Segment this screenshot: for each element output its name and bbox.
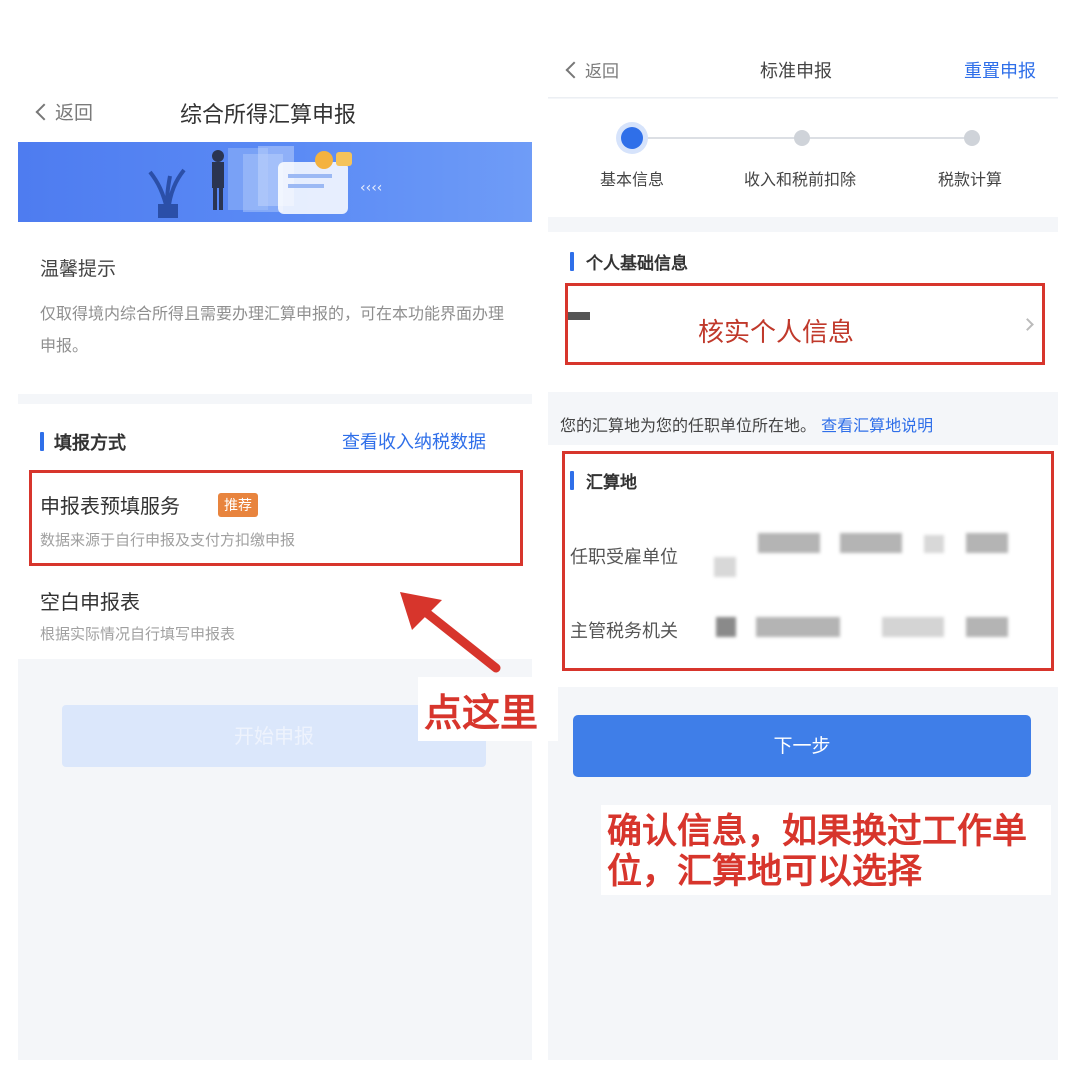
back-button[interactable]: 返回 xyxy=(35,98,94,125)
confirm-info-annotation: 确认信息，如果换过工作单位，汇算地可以选择 xyxy=(607,812,1028,892)
click-here-annotation: 点这里 xyxy=(424,691,539,735)
reset-declaration-link[interactable]: 重置申报 xyxy=(964,57,1036,83)
step-dot xyxy=(964,130,980,146)
personal-section-title: 个人基础信息 xyxy=(586,254,688,274)
note-text: 您的汇算地为您的任职单位所在地。 xyxy=(560,416,817,435)
tips-title: 温馨提示 xyxy=(40,258,117,280)
next-step-button[interactable]: 下一步 xyxy=(573,715,1031,777)
chevron-left-icon xyxy=(35,103,53,120)
highlight-personal-info-box xyxy=(565,283,1045,365)
right-nav-bar: 返回 标准申报 重置申报 xyxy=(548,40,1058,98)
view-income-tax-link[interactable]: 查看收入纳税数据 xyxy=(342,428,486,454)
step-label-tax: 税款计算 xyxy=(938,170,1003,189)
svg-text:‹‹‹‹: ‹‹‹‹ xyxy=(360,180,382,196)
step-dot-active xyxy=(621,127,643,149)
tips-body: 仅取得境内综合所得且需要办理汇算申报的，可在本功能界面办理申报。 xyxy=(40,304,505,355)
back-label: 返回 xyxy=(55,102,94,124)
banner-art: ‹‹‹‹ xyxy=(148,146,382,218)
section-marker xyxy=(570,252,574,271)
step-label-income: 收入和税前扣除 xyxy=(744,170,857,189)
section-marker xyxy=(40,432,44,451)
blank-form-option[interactable]: 空白申报表 xyxy=(40,586,140,615)
step-connector xyxy=(810,137,970,139)
blank-form-subtitle: 根据实际情况自行填写申报表 xyxy=(40,625,236,643)
calc-location-note: 您的汇算地为您的任职单位所在地。 查看汇算地说明 xyxy=(560,412,933,436)
banner-illustration: ‹‹‹‹ xyxy=(18,142,532,222)
screenshot-canvas: 返回 综合所得汇算申报 ‹‹‹‹ 温馨提示 仅取得境内综合所得且需要办理汇算申报… xyxy=(0,0,1079,1079)
tips-card: 温馨提示 仅取得境内综合所得且需要办理汇算申报的，可在本功能界面办理申报。 xyxy=(18,222,532,394)
red-arrow-icon xyxy=(400,592,501,673)
step-connector xyxy=(632,137,802,139)
chevron-left-icon xyxy=(565,61,583,78)
highlight-prefill-box xyxy=(29,470,523,566)
highlight-calc-location-box xyxy=(562,451,1054,671)
method-section-title: 填报方式 xyxy=(54,433,126,454)
step-label-basic: 基本信息 xyxy=(600,170,665,189)
left-nav-bar: 返回 综合所得汇算申报 xyxy=(18,60,532,142)
back-button-right[interactable]: 返回 xyxy=(565,57,619,82)
step-dot xyxy=(794,130,810,146)
progress-steps xyxy=(548,99,1058,217)
back-label: 返回 xyxy=(585,62,619,82)
page-title: 标准申报 xyxy=(760,61,832,82)
page-title: 综合所得汇算申报 xyxy=(180,103,357,128)
calc-location-help-link[interactable]: 查看汇算地说明 xyxy=(821,416,933,435)
